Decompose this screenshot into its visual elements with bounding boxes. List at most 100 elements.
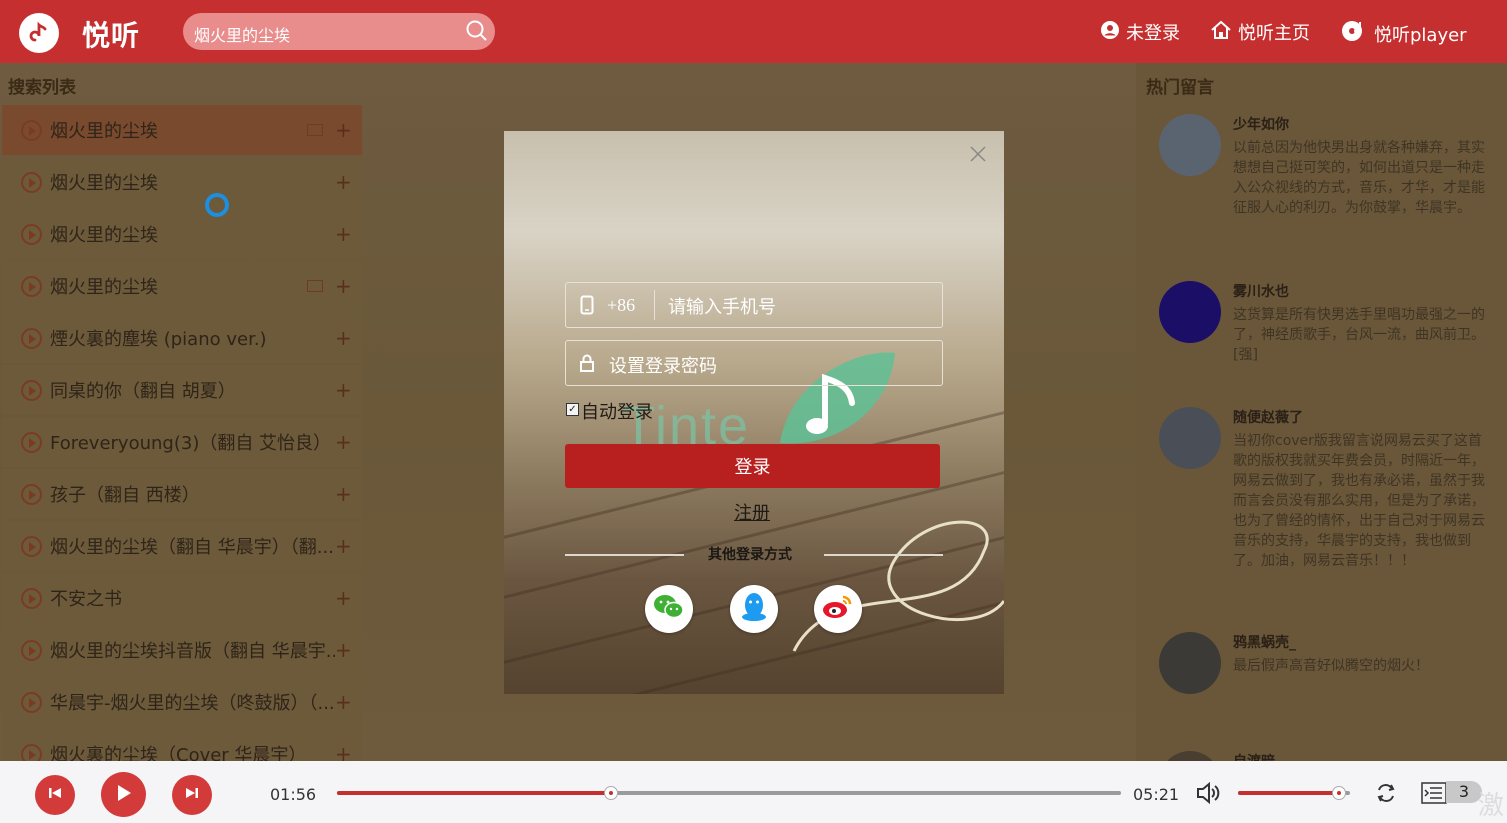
- qq-login-button[interactable]: [730, 585, 778, 633]
- avatar[interactable]: [1159, 632, 1221, 694]
- progress-knob[interactable]: [604, 786, 618, 800]
- top-header: 悦听 烟火里的尘埃 未登录 悦听主页 悦听player: [0, 0, 1507, 63]
- song-row[interactable]: 华晨宇-烟火里的尘埃（咚鼓版）（... +: [2, 677, 362, 727]
- add-to-playlist-button[interactable]: +: [335, 274, 352, 298]
- song-row[interactable]: 煙火裏的塵埃 (piano ver.) +: [2, 313, 362, 363]
- song-row[interactable]: 同桌的你（翻自 胡夏） +: [2, 365, 362, 415]
- song-row[interactable]: 孩子（翻自 西楼） +: [2, 469, 362, 519]
- nav-login[interactable]: 未登录: [1100, 19, 1180, 45]
- add-to-playlist-button[interactable]: +: [335, 326, 352, 350]
- home-icon: [1210, 20, 1232, 45]
- nav-player[interactable]: 悦听player: [1340, 19, 1467, 48]
- password-input[interactable]: 设置登录密码: [609, 352, 717, 378]
- song-title: 孩子（翻自 西楼）: [50, 485, 200, 506]
- comment-text: 最后假声高音好似腾空的烟火！: [1233, 658, 1429, 674]
- song-row[interactable]: 烟火里的尘埃 +: [2, 105, 362, 155]
- add-to-playlist-button[interactable]: +: [335, 586, 352, 610]
- song-title: 烟火里的尘埃: [50, 225, 158, 246]
- add-to-playlist-button[interactable]: +: [335, 638, 352, 662]
- nav-player-label: 悦听player: [1374, 24, 1467, 46]
- auto-login-label: 自动登录: [581, 402, 653, 423]
- auto-login-checkbox[interactable]: ✓: [566, 403, 579, 416]
- song-title: 烟火里的尘埃（翻自 华晨宇）（翻...: [50, 537, 334, 558]
- comment-username[interactable]: 随便赵薇了: [1233, 407, 1303, 427]
- add-to-playlist-button[interactable]: +: [335, 118, 352, 142]
- weibo-login-button[interactable]: [814, 585, 862, 633]
- search-input[interactable]: 烟火里的尘埃: [194, 22, 290, 46]
- add-to-playlist-button[interactable]: +: [335, 170, 352, 194]
- play-circle-icon[interactable]: [21, 275, 42, 297]
- add-to-playlist-button[interactable]: +: [335, 690, 352, 714]
- add-to-playlist-button[interactable]: +: [335, 482, 352, 506]
- avatar[interactable]: [1159, 407, 1221, 469]
- comment-username[interactable]: 少年如你: [1233, 114, 1289, 134]
- music-disc-icon: [1340, 19, 1368, 48]
- play-circle-icon[interactable]: [21, 171, 42, 193]
- wechat-login-button[interactable]: [645, 585, 693, 633]
- play-circle-icon[interactable]: [21, 639, 42, 661]
- search-box[interactable]: 烟火里的尘埃: [183, 13, 495, 50]
- play-circle-icon[interactable]: [21, 223, 42, 245]
- phone-input[interactable]: 请输入手机号: [668, 293, 776, 319]
- song-title: Foreveryoung(3)（翻自 艾怡良）: [50, 433, 332, 454]
- song-title: 烟火里的尘埃抖音版（翻自 华晨宇...: [50, 641, 335, 662]
- repeat-icon[interactable]: [1374, 781, 1398, 809]
- mv-icon[interactable]: [307, 124, 323, 136]
- add-to-playlist-button[interactable]: +: [335, 378, 352, 402]
- user-icon: [1100, 20, 1120, 45]
- song-row[interactable]: 烟火里的尘埃 +: [2, 157, 362, 207]
- volume-knob[interactable]: [1332, 786, 1346, 800]
- volume-icon[interactable]: [1195, 781, 1221, 809]
- add-to-playlist-button[interactable]: +: [335, 534, 352, 558]
- song-row[interactable]: 烟火里的尘埃 +: [2, 261, 362, 311]
- progress-slider[interactable]: [337, 786, 1121, 800]
- previous-button[interactable]: [35, 775, 75, 815]
- comment-username[interactable]: 雾川水也: [1233, 281, 1289, 301]
- avatar[interactable]: [1159, 114, 1221, 176]
- song-title: 烟火里的尘埃: [50, 277, 158, 298]
- play-circle-icon[interactable]: [21, 535, 42, 557]
- next-button[interactable]: [172, 775, 212, 815]
- close-icon[interactable]: [966, 142, 990, 166]
- song-title: 不安之书: [50, 589, 122, 610]
- play-circle-icon[interactable]: [21, 691, 42, 713]
- country-code[interactable]: +86: [607, 295, 635, 316]
- play-circle-icon[interactable]: [21, 119, 42, 141]
- play-circle-icon[interactable]: [21, 587, 42, 609]
- login-button[interactable]: 登录: [565, 444, 940, 488]
- song-title: 烟火里的尘埃: [50, 121, 158, 142]
- avatar[interactable]: [1159, 281, 1221, 343]
- add-to-playlist-button[interactable]: +: [335, 430, 352, 454]
- play-circle-icon[interactable]: [21, 483, 42, 505]
- playlist-icon[interactable]: [1421, 781, 1447, 809]
- playlist-count-badge[interactable]: 3: [1446, 781, 1482, 803]
- song-row[interactable]: 烟火里的尘埃 +: [2, 209, 362, 259]
- app-logo-icon[interactable]: [19, 13, 59, 53]
- song-row[interactable]: Foreveryoung(3)（翻自 艾怡良） +: [2, 417, 362, 467]
- song-row[interactable]: 烟火里的尘埃（翻自 华晨宇）（翻... +: [2, 521, 362, 571]
- divider-line: [565, 554, 684, 556]
- total-time: 05:21: [1133, 785, 1180, 804]
- volume-slider[interactable]: [1238, 786, 1350, 800]
- phone-field[interactable]: +86 请输入手机号: [565, 282, 943, 328]
- song-row[interactable]: 烟火里的尘埃抖音版（翻自 华晨宇... +: [2, 625, 362, 675]
- comment-username[interactable]: 鸦黑蜗壳_: [1233, 632, 1296, 652]
- mv-icon[interactable]: [307, 280, 323, 292]
- play-button[interactable]: [101, 772, 146, 817]
- volume-fill: [1238, 791, 1339, 795]
- play-circle-icon[interactable]: [21, 431, 42, 453]
- play-circle-icon[interactable]: [21, 379, 42, 401]
- password-field[interactable]: 设置登录密码: [565, 340, 943, 386]
- field-divider: [654, 290, 655, 320]
- corner-watermark: 激: [1478, 791, 1505, 821]
- nav-home[interactable]: 悦听主页: [1210, 19, 1310, 45]
- add-to-playlist-button[interactable]: +: [335, 222, 352, 246]
- register-link[interactable]: 注册: [734, 499, 770, 525]
- search-list-title: 搜索列表: [8, 78, 76, 98]
- search-icon[interactable]: [465, 19, 489, 47]
- play-circle-icon[interactable]: [21, 327, 42, 349]
- qq-penguin-icon: [740, 591, 768, 627]
- comment-text: 当初你cover版我留言说网易云买了这首歌的版权我就买年费会员，时隔近一年，网易…: [1233, 433, 1485, 569]
- phone-icon: [580, 295, 594, 319]
- song-row[interactable]: 不安之书 +: [2, 573, 362, 623]
